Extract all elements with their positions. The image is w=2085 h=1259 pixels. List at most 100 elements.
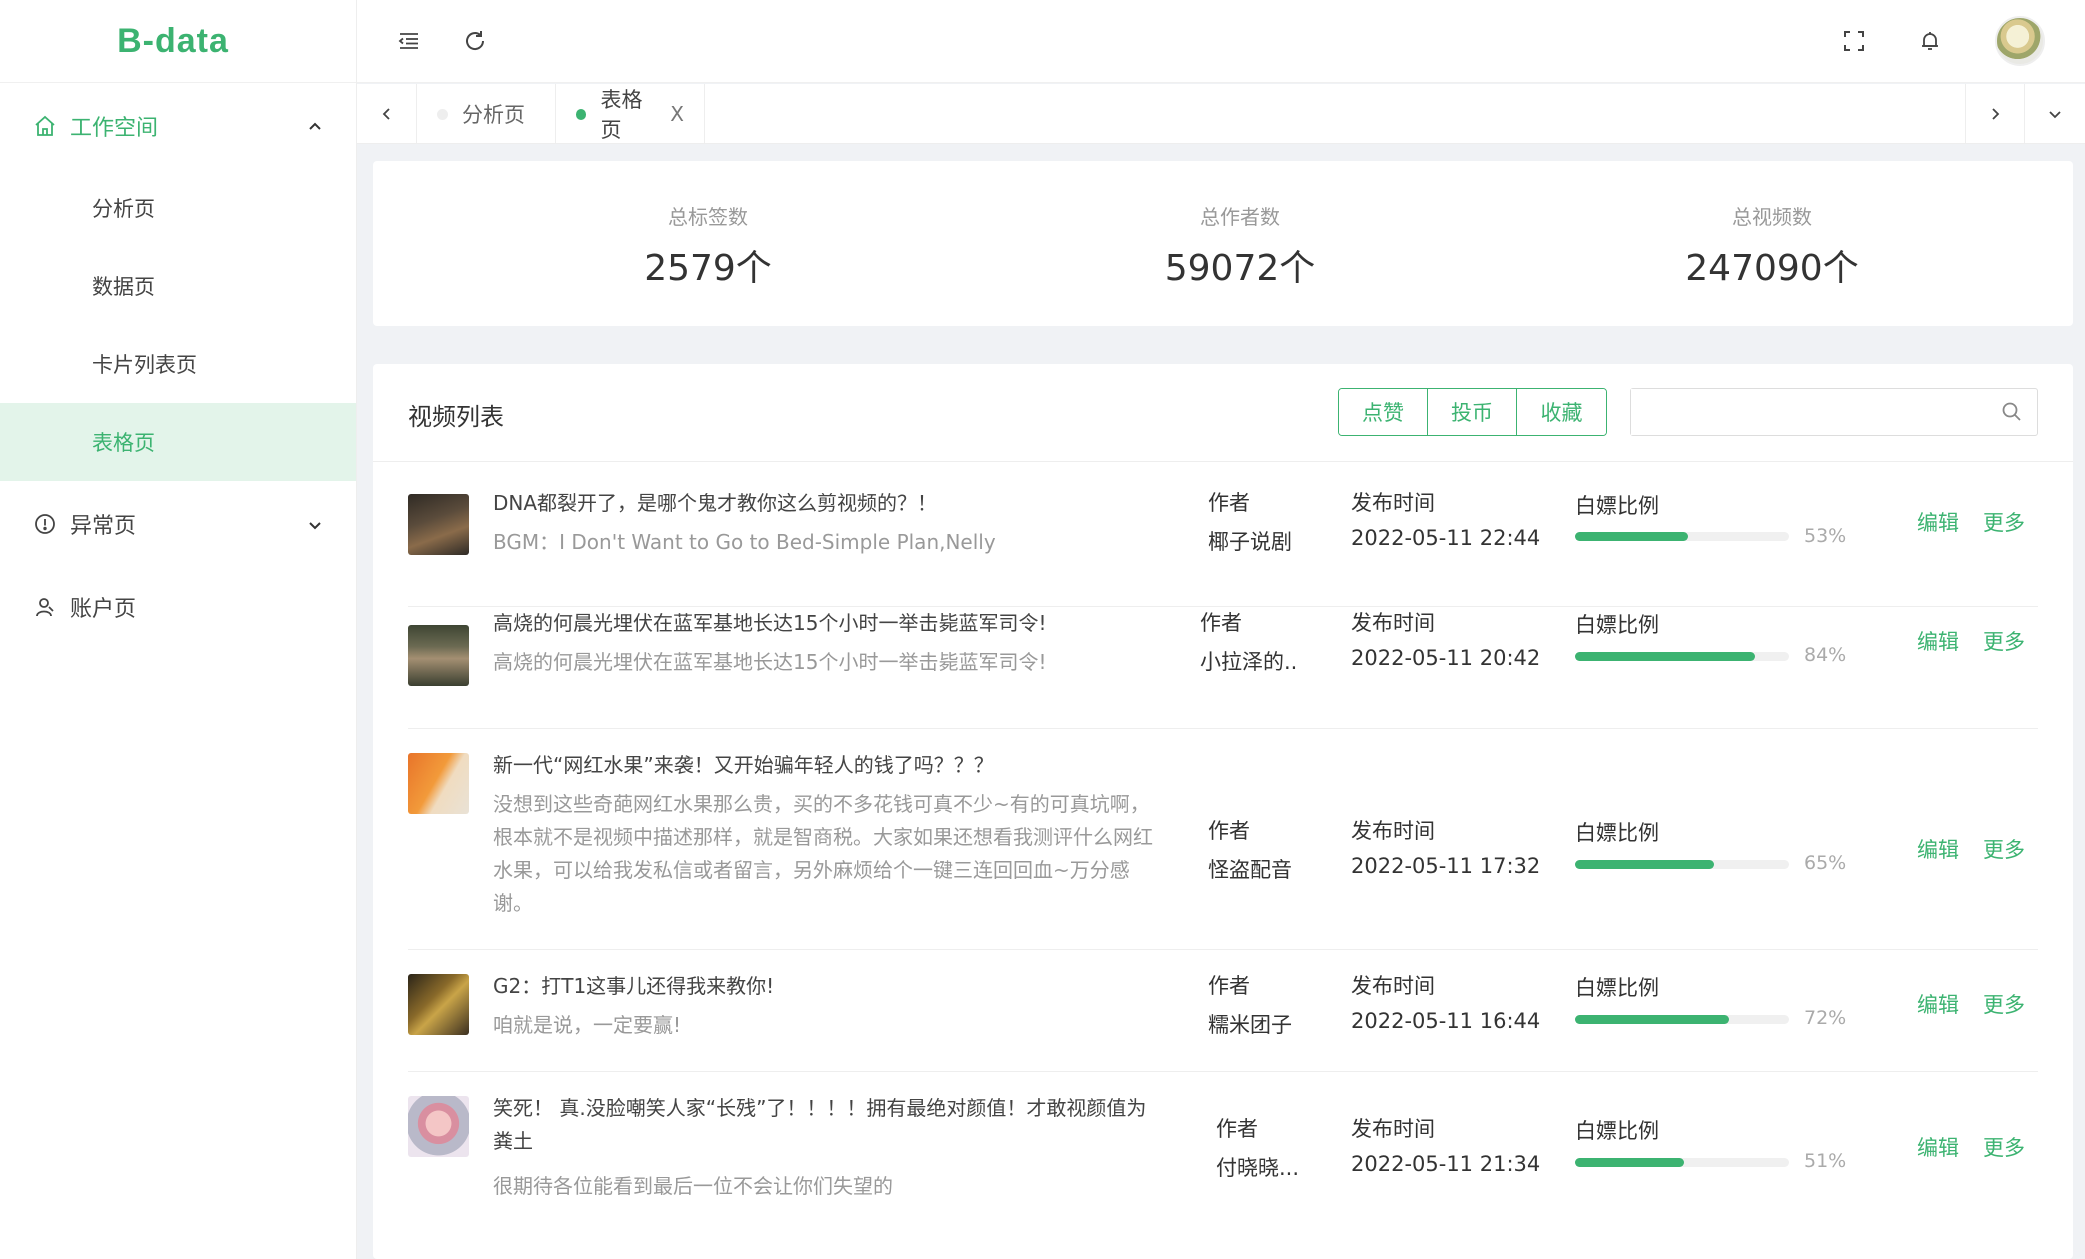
more-link[interactable]: 更多 (1983, 626, 2025, 656)
publish-time: 2022-05-11 22:44 (1351, 526, 1541, 550)
edit-link[interactable]: 编辑 (1917, 834, 1959, 864)
sidebar-item-label: 表格页 (92, 431, 155, 455)
sidebar-item-card-list[interactable]: 卡片列表页 (0, 325, 356, 403)
stat-label: 总标签数 (668, 205, 748, 229)
more-link[interactable]: 更多 (1983, 1132, 2025, 1162)
publish-time: 2022-05-11 17:32 (1351, 854, 1541, 878)
video-desc: 很期待各位能看到最后一位不会让你们失望的 (493, 1174, 893, 1198)
video-title[interactable]: DNA都裂开了，是哪个鬼才教你这么剪视频的？！ (493, 487, 1153, 520)
stat-total-videos: 总视频数 247090个 (1617, 161, 1927, 326)
ratio-progress-bar (1575, 532, 1789, 541)
edit-link[interactable]: 编辑 (1917, 507, 1959, 537)
video-title[interactable]: 笑死！ 真.没脸嘲笑人家“长残”了！！！！拥有最绝对颜值！才敢视颜值为粪土 (493, 1092, 1163, 1158)
table-row: 高烧的何晨光埋伏在蓝军基地长达15个小时一举击毙蓝军司令! 高烧的何晨光埋伏在蓝… (408, 607, 2038, 729)
video-thumbnail[interactable] (408, 974, 469, 1035)
author-label: 作者 (1216, 1117, 1258, 1141)
bell-icon[interactable] (1913, 24, 1947, 58)
tab-scroll-right-button[interactable] (1965, 84, 2025, 144)
ratio-progress-bar (1575, 1158, 1789, 1167)
video-desc: BGM：I Don't Want to Go to Bed-Simple Pla… (493, 530, 996, 554)
tab-scroll-left-button[interactable] (357, 84, 417, 144)
tab-label: 分析页 (462, 103, 525, 127)
more-link[interactable]: 更多 (1983, 989, 2025, 1019)
app-logo[interactable]: B-data (0, 0, 356, 83)
author-label: 作者 (1208, 974, 1250, 998)
ratio-progress-fill (1575, 860, 1715, 869)
tab-analysis[interactable]: 分析页 (417, 84, 556, 144)
refresh-icon[interactable] (458, 24, 492, 58)
video-title[interactable]: 新一代“网红水果”来袭！又开始骗年轻人的钱了吗？？？ (493, 749, 1153, 782)
more-link[interactable]: 更多 (1983, 507, 2025, 537)
ratio-percent: 65% (1804, 852, 1847, 874)
tab-close-icon[interactable]: X (670, 102, 684, 126)
edit-link[interactable]: 编辑 (1917, 989, 1959, 1019)
video-thumbnail[interactable] (408, 625, 469, 686)
chevron-right-icon (1992, 108, 2000, 120)
ratio-progress-fill (1575, 1015, 1730, 1024)
menu-account[interactable]: 账户页 (0, 567, 356, 647)
menu-workspace[interactable]: 工作空间 (0, 83, 356, 169)
author-name: 付晓晓... (1216, 1156, 1300, 1180)
edit-link[interactable]: 编辑 (1917, 1132, 1959, 1162)
menu-exception[interactable]: 异常页 (0, 481, 356, 567)
search-input[interactable] (1631, 389, 1991, 435)
chevron-down-icon (2049, 111, 2061, 119)
menu-account-label: 账户页 (70, 597, 137, 622)
stat-label: 总作者数 (1200, 205, 1280, 229)
search-box (1630, 388, 2038, 436)
author-label: 作者 (1208, 819, 1250, 843)
tab-dot-active (576, 108, 587, 120)
fullscreen-icon[interactable] (1837, 24, 1871, 58)
more-link[interactable]: 更多 (1983, 834, 2025, 864)
video-desc: 没想到这些奇葩网红水果那么贵，买的不多花钱可真不少~有的可真坑啊，根本就不是视频… (493, 792, 1153, 915)
chevron-up-icon (306, 117, 324, 135)
author-name: 怪盗配音 (1208, 858, 1292, 882)
video-thumbnail[interactable] (408, 753, 469, 814)
edit-link[interactable]: 编辑 (1917, 626, 1959, 656)
video-thumbnail[interactable] (408, 1096, 469, 1157)
video-desc: 咱就是说，一定要赢! (493, 1013, 682, 1037)
video-desc: 高烧的何晨光埋伏在蓝军基地长达15个小时一举击毙蓝军司令! (493, 650, 1047, 674)
sidebar-item-label: 分析页 (92, 197, 155, 221)
ratio-label: 白嫖比例 (1575, 494, 1659, 518)
ratio-progress-bar (1575, 1015, 1789, 1024)
tab-dot (437, 108, 448, 120)
search-icon[interactable] (2001, 401, 2023, 423)
ratio-label: 白嫖比例 (1575, 1119, 1659, 1143)
stat-value: 2579个 (644, 248, 772, 289)
menu-fold-icon[interactable] (392, 24, 426, 58)
ratio-percent: 72% (1804, 1007, 1847, 1029)
video-title[interactable]: 高烧的何晨光埋伏在蓝军基地长达15个小时一举击毙蓝军司令! (493, 607, 1153, 640)
video-thumbnail[interactable] (408, 494, 469, 555)
stat-total-tags: 总标签数 2579个 (573, 161, 843, 326)
author-name: 小拉泽的.. (1200, 650, 1298, 674)
time-label: 发布时间 (1351, 611, 1435, 635)
ratio-percent: 53% (1804, 525, 1847, 547)
top-header (357, 0, 2085, 83)
ratio-progress-bar (1575, 860, 1789, 869)
ratio-progress-bar (1575, 652, 1789, 661)
ratio-progress-fill (1575, 532, 1689, 541)
video-title[interactable]: G2：打T1这事儿还得我来教你! (493, 970, 1153, 1003)
ratio-label: 白嫖比例 (1575, 976, 1659, 1000)
user-avatar[interactable] (1995, 16, 2045, 66)
ratio-label: 白嫖比例 (1575, 613, 1659, 637)
stat-value: 247090个 (1685, 248, 1859, 289)
home-icon (32, 113, 58, 139)
author-name: 椰子说剧 (1208, 530, 1292, 554)
sort-like-button[interactable]: 点赞 (1339, 389, 1428, 435)
sort-favorite-button[interactable]: 收藏 (1517, 389, 1606, 435)
tab-menu-dropdown-button[interactable] (2025, 84, 2085, 144)
author-label: 作者 (1208, 491, 1250, 515)
stats-card: 总标签数 2579个 总作者数 59072个 总视频数 247090个 (373, 161, 2073, 326)
chevron-left-icon (382, 108, 390, 120)
logo-text: B-data (117, 21, 229, 60)
chevron-down-icon (306, 515, 324, 533)
sidebar-item-data[interactable]: 数据页 (0, 247, 356, 325)
tab-table[interactable]: 表格页 X (556, 84, 705, 144)
sidebar-item-table[interactable]: 表格页 (0, 403, 356, 481)
table-row: DNA都裂开了，是哪个鬼才教你这么剪视频的？！ BGM：I Don't Want… (408, 487, 2038, 607)
sort-coin-button[interactable]: 投币 (1428, 389, 1517, 435)
ratio-progress-fill (1575, 1158, 1685, 1167)
sidebar-item-analysis[interactable]: 分析页 (0, 169, 356, 247)
